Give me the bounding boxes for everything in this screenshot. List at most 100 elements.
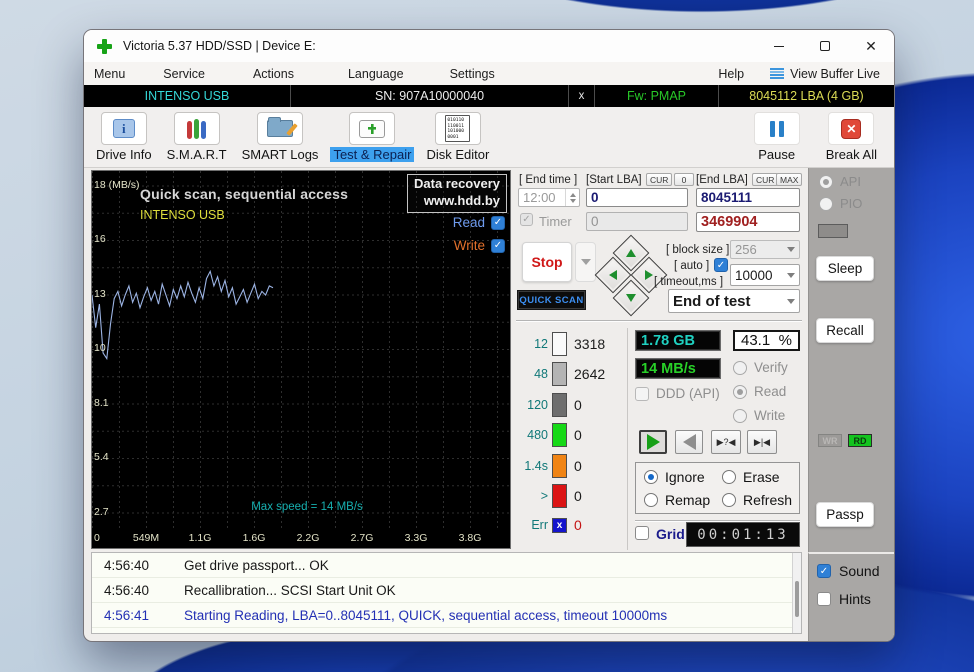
api-radio[interactable] [819, 175, 833, 189]
title-bar: Victoria 5.37 HDD/SSD | Device E: ✕ [84, 30, 894, 62]
ignore-radio[interactable] [644, 470, 658, 484]
timer-value-input[interactable]: 0 [586, 212, 688, 231]
refresh-radio-row[interactable]: Refresh [722, 492, 792, 508]
verify-radio[interactable] [733, 361, 747, 375]
seek-end-button[interactable]: ▶|◀ [747, 430, 777, 454]
remap-radio[interactable] [644, 493, 658, 507]
break-all-button[interactable]: ✕ Break All [823, 112, 880, 162]
remap-radio-row[interactable]: Remap [644, 492, 710, 508]
erase-radio[interactable] [722, 470, 736, 484]
menu-item-settings[interactable]: Settings [450, 67, 495, 81]
drive-model: INTENSO USB [84, 85, 290, 107]
ignore-radio-row[interactable]: Ignore [644, 469, 705, 485]
block-size-select[interactable]: 256 [730, 240, 800, 259]
grid-checkbox[interactable] [635, 526, 649, 540]
scrollbar-thumb[interactable] [795, 581, 799, 617]
disk-editor-button[interactable]: 010110 110011 101000 0001 Disk Editor [423, 112, 492, 162]
maximize-icon [820, 41, 830, 51]
pause-button[interactable]: Pause [754, 112, 800, 162]
verify-radio-row[interactable]: Verify [733, 360, 788, 375]
menu-item-menu[interactable]: Menu [94, 67, 125, 81]
y-axis-label: 8.1 [94, 397, 109, 409]
hints-row[interactable]: Hints [817, 591, 871, 607]
x-axis-label: 2.2G [297, 532, 320, 544]
buffer-list-icon [770, 68, 784, 79]
start-lba-cur-button[interactable]: CUR [646, 173, 672, 186]
timer-checkbox[interactable]: ✓ [520, 213, 533, 226]
stop-dropdown-button[interactable] [575, 242, 596, 282]
read-checkbox[interactable]: ✓ [491, 216, 505, 230]
log-row: 4:56:40 Recallibration... SCSI Start Uni… [92, 578, 801, 603]
sound-checkbox[interactable]: ✓ [817, 564, 831, 578]
seek-question-icon: ▶?◀ [717, 437, 736, 448]
refresh-radio[interactable] [722, 493, 736, 507]
pio-radio-row[interactable]: PIO [819, 196, 862, 211]
spinner-arrows-icon[interactable] [565, 189, 579, 206]
log-time: 4:56:41 [104, 608, 160, 623]
x-axis-label: 3.3G [405, 532, 428, 544]
log-message: Starting Reading, LBA=0..8045111, QUICK,… [184, 608, 667, 623]
first-aid-kit-icon [359, 120, 385, 138]
read-radio-row[interactable]: Read [733, 384, 786, 399]
minimize-button[interactable] [756, 30, 802, 62]
auto-checkbox[interactable]: ✓ [714, 258, 728, 272]
menu-item-language[interactable]: Language [348, 67, 404, 81]
write-radio[interactable] [733, 409, 747, 423]
ddd-api-checkbox[interactable] [635, 387, 649, 401]
pio-radio[interactable] [819, 197, 833, 211]
speed-graph: 18 (MB/s) 16 13 10 8.1 5.4 2.7 0 549M 1.… [91, 170, 511, 549]
start-lba-input[interactable]: 0 [586, 188, 688, 207]
recall-button[interactable]: Recall [816, 318, 874, 343]
start-lba-zero-button[interactable]: 0 [674, 173, 694, 186]
start-forward-button[interactable] [639, 430, 667, 454]
quick-scan-button[interactable]: QUICK SCAN [518, 291, 585, 309]
menu-item-service[interactable]: Service [163, 67, 205, 81]
read-radio[interactable] [733, 385, 747, 399]
smart-logs-button[interactable]: SMART Logs [239, 112, 322, 162]
seek-question-button[interactable]: ▶?◀ [711, 430, 741, 454]
x-axis-label: 3.8G [459, 532, 482, 544]
read-toggle[interactable]: Read ✓ [453, 215, 505, 230]
erase-radio-row[interactable]: Erase [722, 469, 780, 485]
write-radio-row[interactable]: Write [733, 408, 785, 423]
test-tubes-icon [187, 119, 206, 139]
end-lba-max-button[interactable]: MAX [776, 173, 802, 186]
menu-item-help[interactable]: Help [718, 67, 744, 81]
log-scrollbar[interactable] [792, 553, 801, 633]
ddd-api-row[interactable]: DDD (API) [635, 386, 720, 401]
api-radio-row[interactable]: API [819, 174, 861, 189]
write-checkbox[interactable]: ✓ [491, 239, 505, 253]
end-time-spinner[interactable]: 12:00 [518, 188, 580, 207]
folder-pencil-icon [267, 120, 293, 137]
log-panel: 4:56:40 Get drive passport... OK 4:56:40… [91, 552, 802, 634]
dropdown-arrow-icon [581, 259, 591, 265]
timeout-select[interactable]: 10000 [730, 264, 800, 286]
sound-row[interactable]: ✓Sound [817, 563, 879, 579]
menu-item-actions[interactable]: Actions [253, 67, 294, 81]
end-of-test-select[interactable]: End of test [668, 289, 800, 313]
maximize-button[interactable] [802, 30, 848, 62]
activity-indicator [818, 224, 848, 238]
infobar-close-button[interactable]: x [568, 85, 594, 107]
hints-checkbox[interactable] [817, 592, 831, 606]
test-repair-button[interactable]: Test & Repair [330, 112, 414, 162]
start-backward-button[interactable] [675, 430, 703, 454]
stop-button[interactable]: Stop [522, 242, 572, 282]
drive-info-icon: i [113, 119, 135, 138]
smart-button[interactable]: S.M.A.R.T [164, 112, 230, 162]
write-toggle[interactable]: Write ✓ [454, 238, 505, 253]
view-buffer-live[interactable]: View Buffer Live [770, 67, 880, 81]
passport-button[interactable]: Passp [816, 502, 874, 527]
end-lba-input[interactable]: 8045111 [696, 188, 800, 207]
log-row: 4:56:41 Starting Reading, LBA=0..8045111… [92, 603, 801, 628]
log-message: Recallibration... SCSI Start Unit OK [184, 583, 396, 598]
end-lba-cur-button[interactable]: CUR [752, 173, 778, 186]
sleep-button[interactable]: Sleep [816, 256, 874, 281]
y-axis-label: 10 [94, 342, 106, 354]
close-button[interactable]: ✕ [848, 30, 894, 62]
timeout-label: [ timeout,ms ] [654, 276, 723, 288]
log-message: Get drive passport... OK [184, 558, 329, 573]
grid-label: Grid [656, 526, 685, 542]
drive-serial: SN: 907A10000040 [290, 85, 568, 107]
drive-info-button[interactable]: i Drive Info [93, 112, 155, 162]
